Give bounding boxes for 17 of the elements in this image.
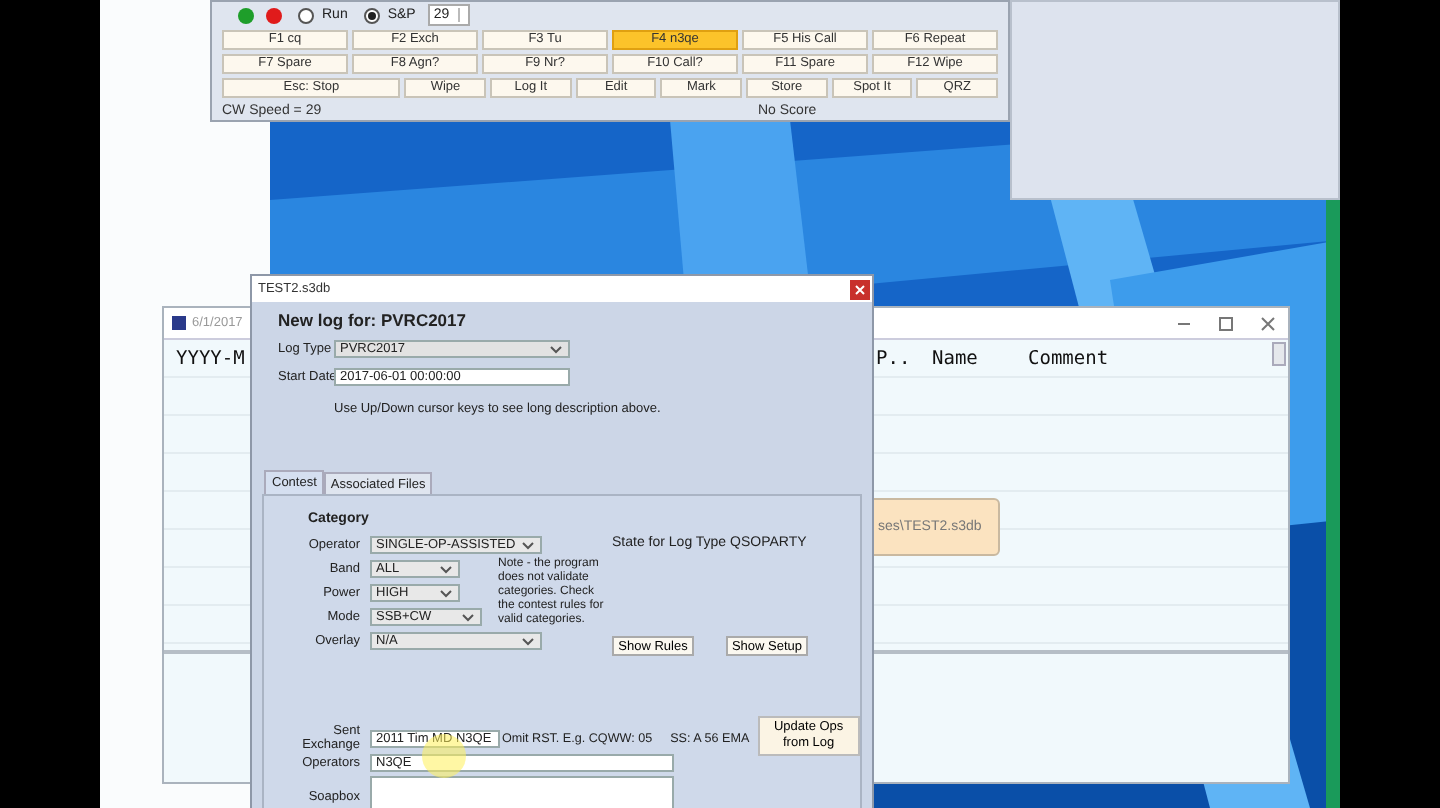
mode-radio[interactable] [298,7,314,23]
chevron-icon [462,613,474,621]
column-header: Name [932,348,978,370]
maximize-button[interactable] [1218,315,1234,331]
dialog-heading: New log for: PVRC2017 [278,310,468,332]
close-button[interactable] [1260,315,1276,331]
mode-radio[interactable] [363,7,380,23]
chevron-icon [522,541,534,549]
column-header: YYYY-M [176,348,245,370]
chevron-icon [440,589,452,597]
chevron-icon [522,637,534,645]
column-header: Comment [1028,348,1109,370]
chevron-icon [550,346,562,354]
chevron-icon [440,565,452,573]
close-button[interactable] [850,279,870,299]
column-header: P.. [876,348,911,370]
app-icon [172,316,186,330]
